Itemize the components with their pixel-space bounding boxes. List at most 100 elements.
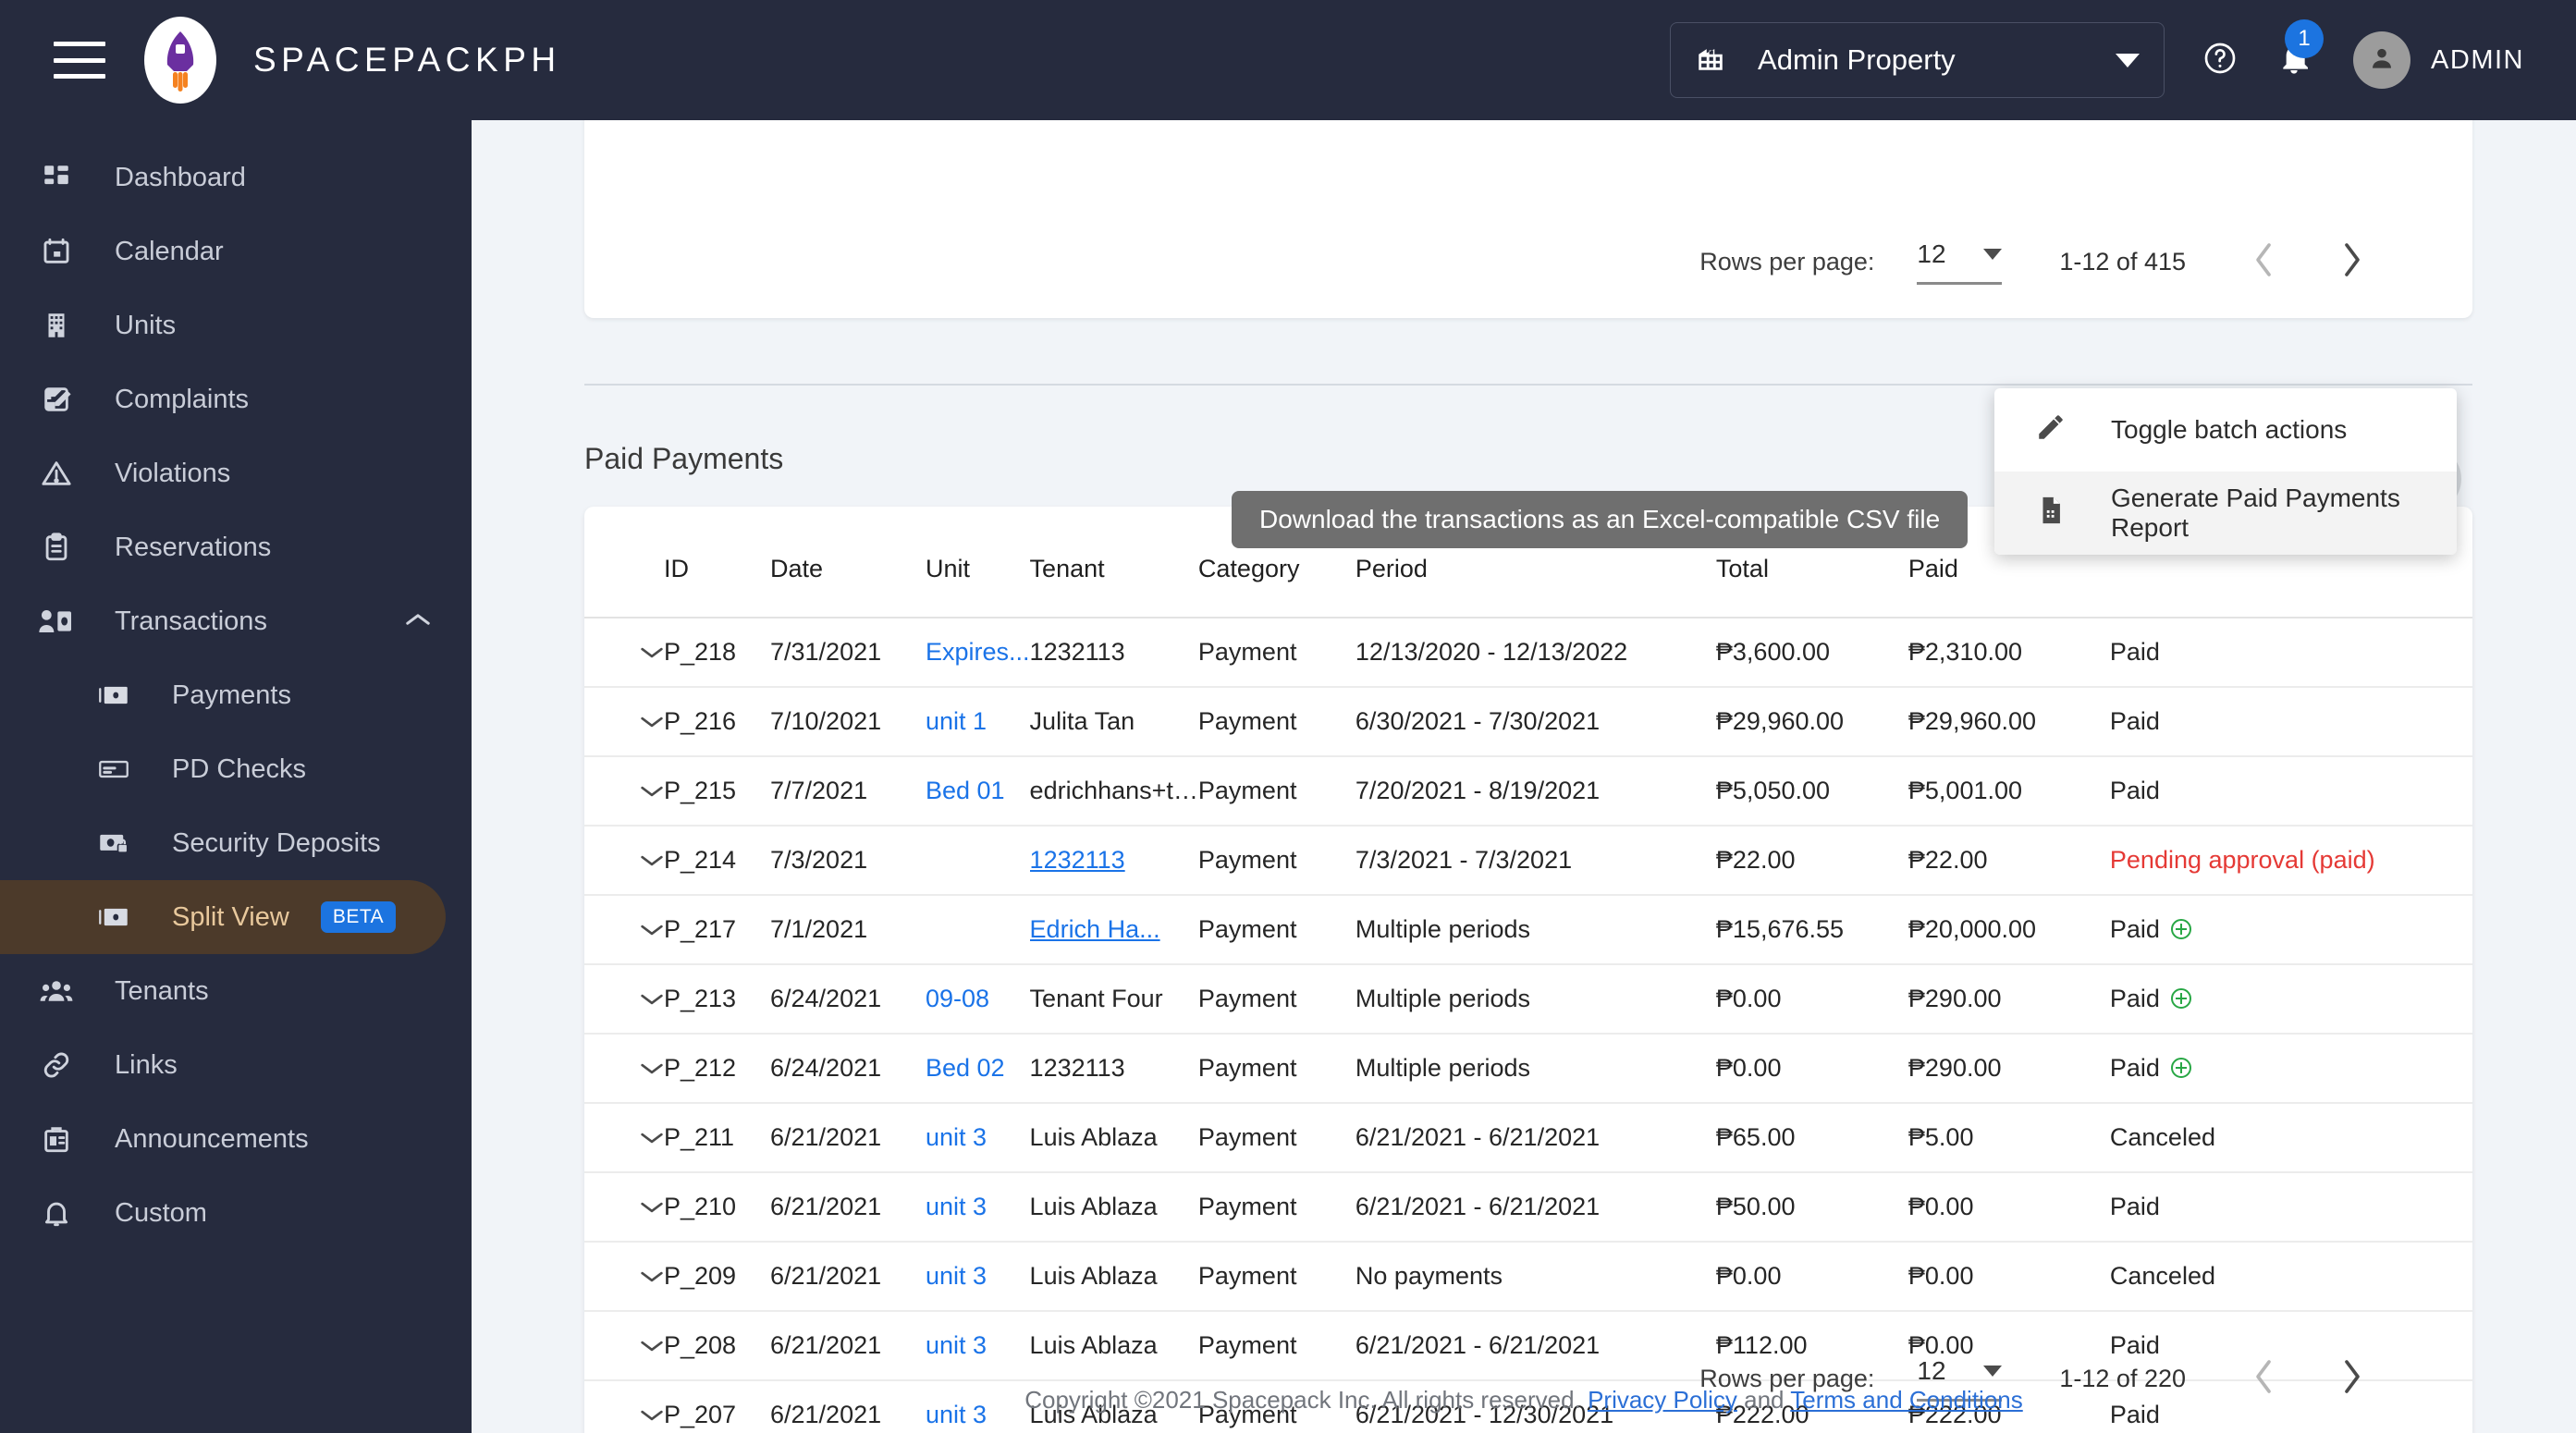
- rows-per-page-select[interactable]: 12: [1917, 239, 2003, 285]
- warning-icon: [35, 458, 78, 489]
- expand-row-button[interactable]: [584, 964, 664, 1035]
- cell-unit[interactable]: unit 3: [926, 1103, 1030, 1173]
- rows-per-page-value: 12: [1917, 239, 1946, 268]
- cell-date: 6/21/2021: [770, 1172, 926, 1243]
- table-row[interactable]: P_209 6/21/2021 unit 3 Luis Ablaza Payment No…: [584, 1242, 2472, 1312]
- cell-unit[interactable]: unit 3: [926, 1172, 1030, 1243]
- sidebar-item-label: Violations: [115, 458, 231, 488]
- rows-per-page-value: 12: [1917, 1356, 1946, 1385]
- table-row[interactable]: P_213 6/24/2021 09-08 Tenant Four Payment Mul…: [584, 964, 2472, 1035]
- hamburger-menu-icon[interactable]: [54, 42, 105, 79]
- cell-total-text: ₱5,050.00: [1715, 777, 1831, 804]
- sidebar-item-payments[interactable]: Payments: [0, 658, 472, 732]
- cell-unit[interactable]: 09-08: [926, 964, 1030, 1035]
- sidebar-item-split-view[interactable]: Split View BETA: [0, 880, 446, 954]
- add-circle-icon[interactable]: [2170, 919, 2191, 939]
- footer: Copyright ©2021 Spacepack Inc. All right…: [472, 1386, 2576, 1415]
- expand-row-button[interactable]: [584, 895, 664, 965]
- help-button[interactable]: [2202, 40, 2239, 81]
- table-row[interactable]: P_216 7/10/2021 unit 1 Julita Tan Payment 6/3…: [584, 687, 2472, 757]
- sidebar-item-dashboard[interactable]: Dashboard: [0, 141, 472, 214]
- next-page-button[interactable]: [2341, 241, 2363, 283]
- paid-payments-table: ID Date Unit Tenant Category Period Total Paid …: [584, 507, 2472, 1433]
- sidebar-item-units[interactable]: Units: [0, 288, 472, 362]
- cell-id: P_214: [664, 826, 770, 896]
- cell-unit[interactable]: Expires...: [926, 618, 1030, 688]
- cell-date-text: 6/21/2021: [770, 1262, 882, 1290]
- terms-link[interactable]: Terms and Conditions: [1790, 1386, 2022, 1414]
- expand-row-button[interactable]: [584, 687, 664, 757]
- sidebar-item-label: Reservations: [115, 532, 272, 562]
- expand-row-button[interactable]: [584, 1034, 664, 1104]
- chevron-down-icon: [640, 1331, 664, 1359]
- page-title: Paid Payments: [584, 442, 784, 475]
- avatar[interactable]: [2353, 31, 2411, 89]
- cell-total-text: ₱112.00: [1715, 1331, 1808, 1359]
- expand-row-button[interactable]: [584, 756, 664, 827]
- sidebar-item-label: Split View: [172, 901, 289, 932]
- cell-unit-text: Bed 02: [926, 1054, 1005, 1082]
- cell-date-text: 7/3/2021: [770, 846, 868, 874]
- cell-unit[interactable]: unit 1: [926, 687, 1030, 757]
- cell-unit[interactable]: Bed 02: [926, 1034, 1030, 1104]
- rows-per-page-label: Rows per page:: [1699, 248, 1875, 276]
- cell-tenant[interactable]: 1232113: [1029, 826, 1198, 896]
- table-row[interactable]: P_214 7/3/2021 1232113 Payment 7/3/2021 - 7/…: [584, 826, 2472, 896]
- expand-row-button[interactable]: [584, 618, 664, 688]
- cell-date: 7/31/2021: [770, 618, 926, 688]
- sidebar-item-complaints[interactable]: Complaints: [0, 362, 472, 436]
- cell-unit[interactable]: Bed 01: [926, 756, 1030, 827]
- cell-total-text: ₱15,676.55: [1715, 915, 1845, 943]
- add-circle-icon[interactable]: [2170, 988, 2191, 1009]
- table-row[interactable]: P_215 7/7/2021 Bed 01 edrichhans+t… Payment 7…: [584, 756, 2472, 827]
- sidebar-item-violations[interactable]: Violations: [0, 436, 472, 510]
- sidebar-item-label: Security Deposits: [172, 827, 381, 858]
- table-row[interactable]: P_212 6/24/2021 Bed 02 1232113 Payment Multip…: [584, 1034, 2472, 1104]
- sidebar-item-security-deposits[interactable]: Security Deposits: [0, 806, 472, 880]
- sidebar-item-tenants[interactable]: Tenants: [0, 954, 472, 1028]
- expand-row-button[interactable]: [584, 826, 664, 896]
- table-row[interactable]: P_217 7/1/2021 Edrich Ha... Payment Multiple…: [584, 895, 2472, 965]
- people-money-icon: [35, 606, 78, 637]
- property-selector[interactable]: Admin Property: [1670, 22, 2165, 98]
- cell-date: 6/21/2021: [770, 1103, 926, 1173]
- table-row[interactable]: P_211 6/21/2021 unit 3 Luis Ablaza Payment 6/…: [584, 1103, 2472, 1173]
- building-icon: [35, 310, 78, 341]
- people-icon: [35, 977, 78, 1005]
- notifications-button[interactable]: 1: [2275, 18, 2325, 81]
- sidebar-item-calendar[interactable]: Calendar: [0, 214, 472, 288]
- status-badge: Paid: [2109, 638, 2160, 666]
- sidebar-item-pd-checks[interactable]: PD Checks: [0, 732, 472, 806]
- previous-page-button[interactable]: [2252, 241, 2275, 283]
- clipboard-icon: [35, 532, 78, 563]
- cell-paid-text: ₱290.00: [1907, 1054, 2002, 1082]
- expand-row-button[interactable]: [584, 1103, 664, 1173]
- sidebar-item-reservations[interactable]: Reservations: [0, 510, 472, 584]
- menu-item-generate-paid-payments-report[interactable]: Generate Paid Payments Report: [1994, 472, 2457, 555]
- cell-unit[interactable]: unit 3: [926, 1242, 1030, 1312]
- sidebar-item-links[interactable]: Links: [0, 1028, 472, 1102]
- add-circle-icon[interactable]: [2170, 1058, 2191, 1078]
- menu-item-toggle-batch-actions[interactable]: Toggle batch actions: [1994, 388, 2457, 472]
- table-row[interactable]: P_218 7/31/2021 Expires... 1232113 Payment 12…: [584, 618, 2472, 688]
- status-badge: Pending approval (paid): [2109, 846, 2375, 874]
- expand-row-button[interactable]: [584, 1242, 664, 1312]
- table-row[interactable]: P_210 6/21/2021 unit 3 Luis Ablaza Payment 6/…: [584, 1172, 2472, 1243]
- table-body: P_218 7/31/2021 Expires... 1232113 Payment 12…: [584, 618, 2472, 1433]
- cell-tenant[interactable]: Edrich Ha...: [1029, 895, 1198, 965]
- cell-period: 6/21/2021 - 6/21/2021: [1355, 1172, 1716, 1243]
- cell-id-text: P_217: [664, 915, 737, 943]
- cell-unit-text: 09-08: [926, 985, 990, 1012]
- cell-id: P_216: [664, 687, 770, 757]
- cell-category: Payment: [1197, 687, 1355, 757]
- privacy-policy-link[interactable]: Privacy Policy: [1588, 1386, 1737, 1414]
- cell-period-text: 6/21/2021 - 6/21/2021: [1355, 1193, 1601, 1220]
- expand-row-button[interactable]: [584, 1172, 664, 1243]
- cell-unit-text: unit 3: [926, 1123, 987, 1151]
- sidebar-item-announcements[interactable]: Announcements: [0, 1102, 472, 1176]
- sidebar-item-label: Complaints: [115, 384, 250, 414]
- cell-period-text: Multiple periods: [1355, 915, 1530, 943]
- sidebar-item-transactions[interactable]: Transactions: [0, 584, 472, 658]
- sidebar-item-custom[interactable]: Custom: [0, 1176, 472, 1250]
- cell-category: Payment: [1197, 895, 1355, 965]
